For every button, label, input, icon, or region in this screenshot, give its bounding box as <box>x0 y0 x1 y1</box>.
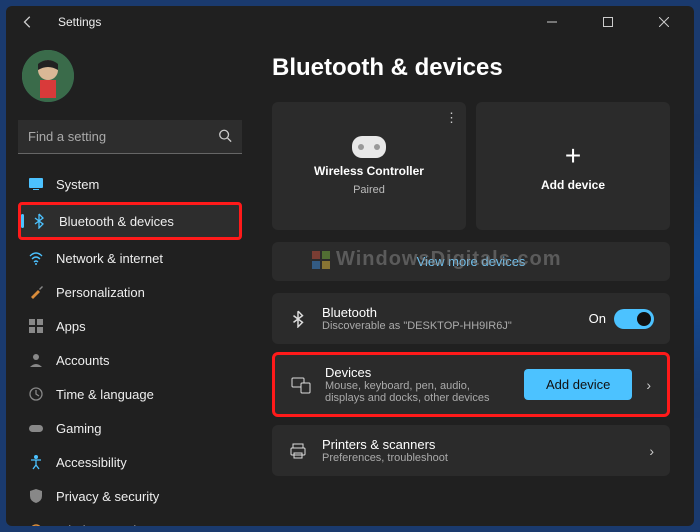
sidebar-item-label: Time & language <box>56 387 154 402</box>
sidebar-item-label: Gaming <box>56 421 102 436</box>
sidebar-item-label: Accounts <box>56 353 109 368</box>
sidebar-item-apps[interactable]: Apps <box>18 310 242 342</box>
sidebar-item-label: Accessibility <box>56 455 127 470</box>
sidebar-item-label: Network & internet <box>56 251 163 266</box>
more-icon[interactable]: ⋮ <box>445 110 458 126</box>
titlebar: Settings <box>6 6 694 38</box>
controller-icon <box>352 136 386 158</box>
search-icon <box>218 129 232 146</box>
bluetooth-row: Bluetooth Discoverable as "DESKTOP-HH9IR… <box>272 293 670 344</box>
accessibility-icon <box>28 454 44 470</box>
sidebar-item-label: Bluetooth & devices <box>59 214 174 229</box>
view-more-link[interactable]: View more devices <box>272 242 670 281</box>
sidebar-item-label: Windows Update <box>56 523 154 527</box>
person-icon <box>28 352 44 368</box>
sidebar-item-accounts[interactable]: Accounts <box>18 344 242 376</box>
toggle-label: On <box>589 311 606 326</box>
add-device-tile[interactable]: + Add device <box>476 102 670 230</box>
maximize-button[interactable] <box>586 6 630 38</box>
page-title: Bluetooth & devices <box>272 54 670 82</box>
sidebar-item-update[interactable]: Windows Update <box>18 514 242 526</box>
sidebar-item-label: Personalization <box>56 285 145 300</box>
row-sub: Preferences, troubleshoot <box>322 452 635 464</box>
row-sub: Discoverable as "DESKTOP-HH9IR6J" <box>322 320 575 332</box>
clock-icon <box>28 386 44 402</box>
sidebar-item-label: System <box>56 177 99 192</box>
sidebar-item-bluetooth[interactable]: Bluetooth & devices <box>18 202 242 240</box>
chevron-right-icon[interactable]: › <box>649 443 654 459</box>
row-sub: Mouse, keyboard, pen, audio, displays an… <box>325 380 510 404</box>
sidebar-item-gaming[interactable]: Gaming <box>18 412 242 444</box>
sidebar: System Bluetooth & devices Network & int… <box>6 38 254 526</box>
shield-icon <box>28 488 44 504</box>
tile-add-label: Add device <box>541 178 605 192</box>
sidebar-item-personalization[interactable]: Personalization <box>18 276 242 308</box>
close-button[interactable] <box>642 6 686 38</box>
bluetooth-toggle[interactable] <box>614 309 654 329</box>
app-title: Settings <box>58 15 101 29</box>
devices-row[interactable]: Devices Mouse, keyboard, pen, audio, dis… <box>272 352 670 417</box>
row-title: Devices <box>325 365 510 380</box>
gaming-icon <box>28 420 44 436</box>
nav: System Bluetooth & devices Network & int… <box>18 168 242 526</box>
devices-icon <box>291 375 311 395</box>
tile-device-name: Wireless Controller <box>314 164 424 178</box>
brush-icon <box>28 284 44 300</box>
profile[interactable] <box>18 38 242 118</box>
avatar <box>22 50 74 102</box>
plus-icon: + <box>565 140 581 172</box>
apps-icon <box>28 318 44 334</box>
sidebar-item-label: Privacy & security <box>56 489 159 504</box>
printer-icon <box>288 441 308 461</box>
content: Bluetooth & devices ⋮ Wireless Controlle… <box>254 38 694 526</box>
wifi-icon <box>28 250 44 266</box>
bluetooth-icon <box>31 213 47 229</box>
sidebar-item-system[interactable]: System <box>18 168 242 200</box>
device-tile[interactable]: ⋮ Wireless Controller Paired <box>272 102 466 230</box>
tile-device-status: Paired <box>353 184 385 196</box>
search-box[interactable] <box>18 120 242 154</box>
search-input[interactable] <box>18 120 242 154</box>
minimize-button[interactable] <box>530 6 574 38</box>
add-device-button[interactable]: Add device <box>524 369 632 400</box>
update-icon <box>28 522 44 526</box>
back-button[interactable] <box>14 8 42 36</box>
bluetooth-icon <box>288 309 308 329</box>
sidebar-item-network[interactable]: Network & internet <box>18 242 242 274</box>
sidebar-item-time[interactable]: Time & language <box>18 378 242 410</box>
row-title: Printers & scanners <box>322 437 635 452</box>
chevron-right-icon[interactable]: › <box>646 377 651 393</box>
sidebar-item-label: Apps <box>56 319 86 334</box>
printers-row[interactable]: Printers & scanners Preferences, trouble… <box>272 425 670 476</box>
system-icon <box>28 176 44 192</box>
sidebar-item-accessibility[interactable]: Accessibility <box>18 446 242 478</box>
sidebar-item-privacy[interactable]: Privacy & security <box>18 480 242 512</box>
row-title: Bluetooth <box>322 305 575 320</box>
